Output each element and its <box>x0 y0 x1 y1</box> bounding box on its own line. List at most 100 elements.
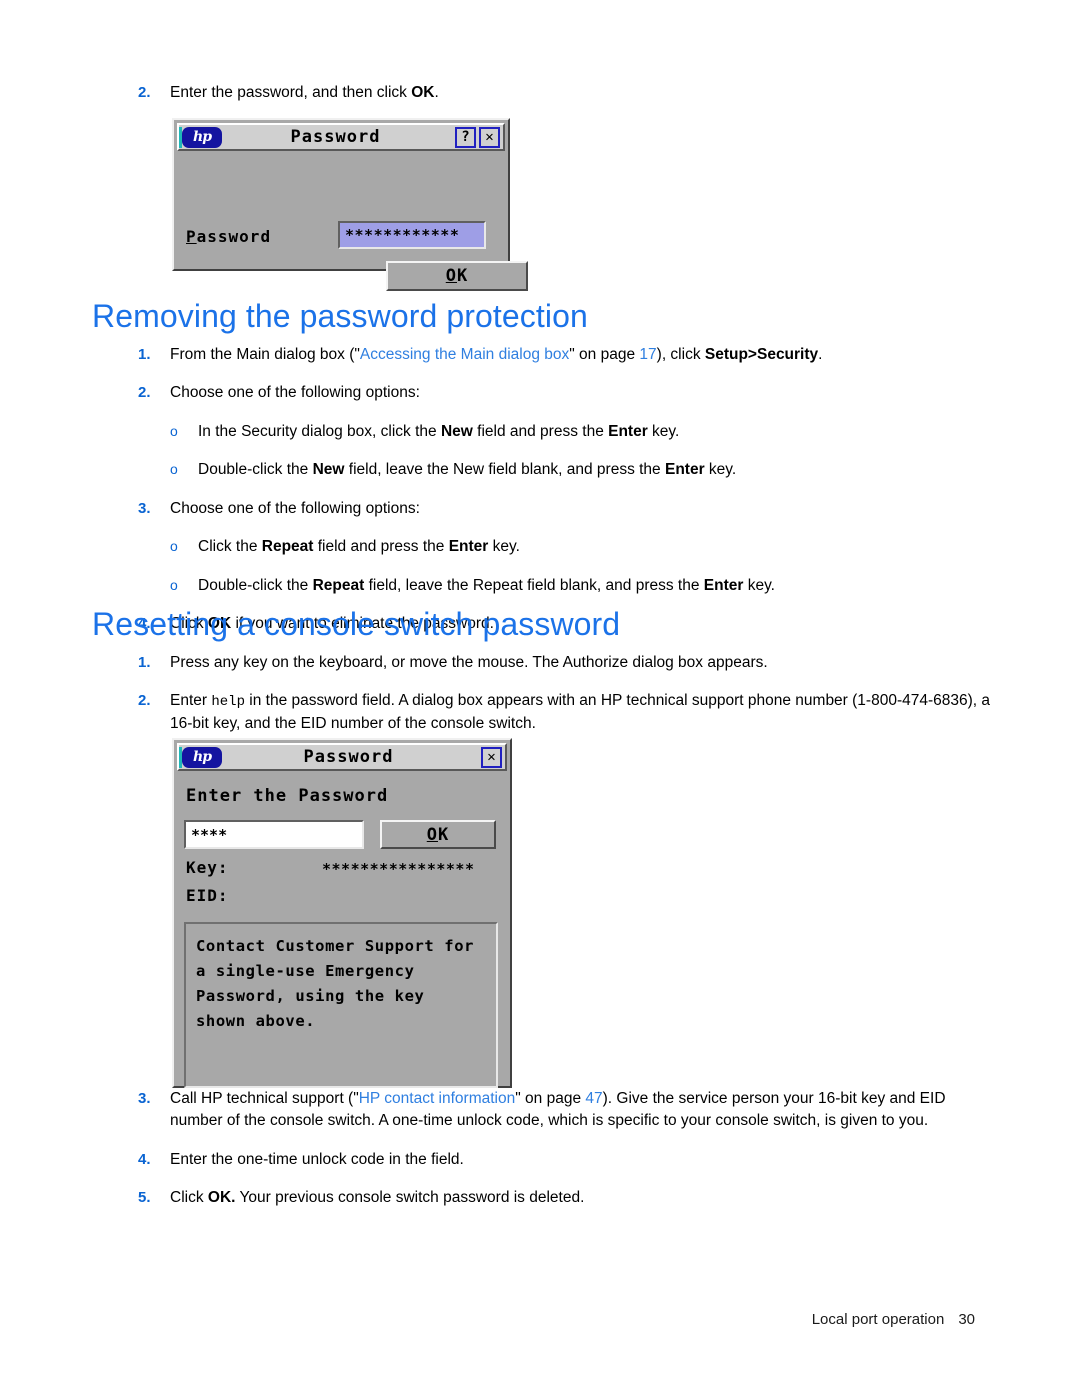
ok-button[interactable]: OK <box>386 261 528 291</box>
message-line: a single-use Emergency <box>196 962 415 980</box>
step-number: 2. <box>138 384 151 402</box>
text-run: . <box>818 346 823 363</box>
text-run-bold: Enter <box>608 422 648 440</box>
password-label: Password <box>186 227 271 246</box>
key-value: **************** <box>322 860 475 878</box>
password-input[interactable]: **** <box>184 820 364 849</box>
step-text-before: Enter the password, and then click <box>170 84 412 101</box>
text-run: field, leave the New field blank, and pr… <box>344 461 665 479</box>
text-run-mono: help <box>211 694 245 711</box>
message-line: shown above. <box>196 1012 316 1030</box>
step-text: Enter the one-time unlock code in the fi… <box>170 1150 464 1168</box>
step-text: Enter the password, and then click OK. <box>170 82 950 104</box>
message-line: Contact Customer Support for <box>196 937 475 955</box>
text-run-bold: Repeat <box>261 538 314 556</box>
password-label-rest: assword <box>196 227 272 246</box>
page-reference[interactable]: 17 <box>639 346 656 363</box>
ok-button-mnemonic: O <box>445 266 457 286</box>
dialog-title: Password <box>290 127 381 147</box>
text-run-bold: Repeat <box>312 576 365 594</box>
section2-steps-bottom: 3. Call HP technical support ("HP contac… <box>130 1088 990 1226</box>
sub-item: o Double-click the Repeat field, leave t… <box>130 575 990 597</box>
enter-password-dialog[interactable]: hp Password ✕ Enter the Password **** OK… <box>172 738 512 1088</box>
text-run-bold: Setup>Security <box>704 346 819 363</box>
step-text: From the Main dialog box ("Accessing the… <box>170 344 990 366</box>
document-page: 2. Enter the password, and then click OK… <box>0 0 1080 1397</box>
step-number: 3. <box>138 499 151 517</box>
text-run-bold: Enter <box>448 538 489 556</box>
support-message-box: Contact Customer Support for a single-us… <box>184 922 498 1088</box>
text-run: Your previous console switch password is… <box>235 1189 585 1207</box>
sub-text: Double-click the New field, leave the Ne… <box>198 459 990 481</box>
text-run-bold: New <box>312 461 345 479</box>
step-item: 2. Choose one of the following options: <box>130 382 990 404</box>
cross-reference-link[interactable]: HP contact information <box>359 1090 516 1107</box>
bullet-icon: o <box>170 576 178 593</box>
footer-page-number: 30 <box>958 1311 975 1328</box>
bullet-icon: o <box>170 461 178 478</box>
ok-button[interactable]: OK <box>380 820 496 849</box>
bullet-icon: o <box>170 538 178 555</box>
step-text: Enter help in the password field. A dial… <box>170 690 990 735</box>
text-run: " on page <box>569 346 640 363</box>
cross-reference-link[interactable]: Accessing the Main dialog box <box>360 346 569 363</box>
ok-button-rest: K <box>457 266 469 286</box>
password-dialog[interactable]: hp Password ? ✕ Password ************ OK <box>172 118 528 291</box>
sub-item: o Click the Repeat field and press the E… <box>130 536 990 558</box>
close-icon[interactable]: ✕ <box>479 126 500 148</box>
footer-section-label: Local port operation <box>811 1311 945 1328</box>
sub-text: Click the Repeat field and press the Ent… <box>198 536 990 558</box>
step-number: 5. <box>138 1189 151 1207</box>
dialog-titlebar: hp Password ? ✕ <box>177 123 505 151</box>
step-item: 1. Press any key on the keyboard, or mov… <box>130 652 990 674</box>
step-item: 4. Enter the one-time unlock code in the… <box>130 1149 990 1171</box>
step-number: 1. <box>138 654 151 671</box>
step-text: Choose one of the following options: <box>170 384 420 402</box>
step-item: 3. Choose one of the following options: <box>130 498 990 520</box>
help-icon[interactable]: ? <box>455 126 476 148</box>
sub-item: o Double-click the New field, leave the … <box>130 459 990 481</box>
step-text: Click OK. Your previous console switch p… <box>170 1187 990 1209</box>
text-run: field and press the <box>313 538 449 556</box>
close-icon[interactable]: ✕ <box>481 746 502 768</box>
step-text: Press any key on the keyboard, or move t… <box>170 654 768 671</box>
text-run-bold: New <box>440 422 473 440</box>
text-run: Click the <box>198 538 262 556</box>
text-run: field and press the <box>472 422 609 440</box>
section-heading-removing-password: Removing the password protection <box>92 298 588 334</box>
step-number: 2. <box>138 84 151 101</box>
text-run: " on page <box>515 1090 586 1107</box>
text-run: in the password field. A dialog box appe… <box>170 692 991 732</box>
text-run: key. <box>647 422 680 440</box>
key-label: Key: <box>186 858 229 877</box>
intro-step: 2. Enter the password, and then click OK… <box>130 82 950 104</box>
ok-button-rest: K <box>438 824 450 845</box>
text-run: In the Security dialog box, click the <box>198 422 441 440</box>
step-number: 4. <box>138 1150 151 1168</box>
section-heading-resetting-password: Resetting a console switch password <box>92 606 621 642</box>
hp-logo-icon: hp <box>179 746 222 768</box>
sub-item: o In the Security dialog box, click the … <box>130 421 990 443</box>
enter-password-prompt: Enter the Password <box>186 786 389 806</box>
text-run: key. <box>704 461 737 479</box>
step-item: 5. Click OK. Your previous console switc… <box>130 1187 990 1209</box>
text-run-bold: OK. <box>207 1189 236 1207</box>
step-number: 3. <box>138 1090 151 1107</box>
text-run: ), click <box>656 346 705 363</box>
step-item: 1. From the Main dialog box ("Accessing … <box>130 344 990 366</box>
step-text-bold: OK <box>411 84 435 101</box>
step-item: 2. Enter help in the password field. A d… <box>130 690 990 735</box>
eid-label: EID: <box>186 886 229 905</box>
section2-steps-top: 1. Press any key on the keyboard, or mov… <box>130 652 990 751</box>
text-run: Double-click the <box>198 576 313 594</box>
text-run: field, leave the Repeat field blank, and… <box>364 576 704 594</box>
step-number: 2. <box>138 692 151 710</box>
step-item: 3. Call HP technical support ("HP contac… <box>130 1088 990 1133</box>
page-footer: Local port operation 30 <box>812 1311 975 1328</box>
dialog-titlebar: hp Password ✕ <box>177 743 507 771</box>
text-run: Call HP technical support (" <box>170 1090 359 1107</box>
page-reference[interactable]: 47 <box>585 1090 602 1107</box>
password-label-mnemonic: P <box>186 227 197 246</box>
password-input[interactable]: ************ <box>338 221 486 249</box>
text-run-bold: Enter <box>664 461 705 479</box>
